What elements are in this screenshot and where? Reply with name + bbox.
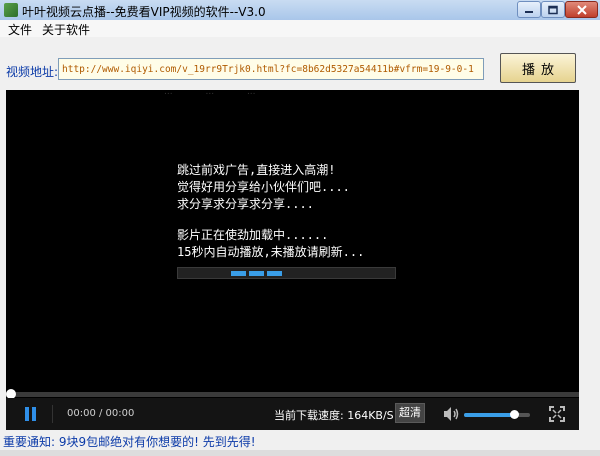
download-speed: 当前下载速度: 164KB/S: [274, 409, 394, 422]
overlay-message: 跳过前戏广告,直接进入高潮!: [177, 163, 336, 177]
loading-bar: [177, 267, 396, 279]
time-display: 00:00 / 00:00: [67, 408, 135, 419]
close-button[interactable]: [565, 1, 598, 18]
loading-segment: [267, 271, 282, 276]
minimize-icon: [525, 10, 533, 13]
menu-about[interactable]: 关于软件: [42, 21, 90, 38]
app-icon: [4, 3, 18, 17]
control-bar: 00:00 / 00:00 当前下载速度: 164KB/S 超清: [6, 398, 579, 430]
video-player[interactable]: ... ... ... 跳过前戏广告,直接进入高潮! 觉得好用分享给小伙伴们吧.…: [6, 90, 579, 430]
status-strip: [0, 450, 600, 456]
pause-button[interactable]: [24, 407, 38, 421]
seek-bar[interactable]: [6, 392, 579, 397]
close-icon: [576, 4, 587, 15]
faint-top-labels: ... ... ...: [164, 90, 424, 95]
url-input[interactable]: [58, 58, 484, 80]
maximize-button[interactable]: [541, 1, 565, 18]
divider: [52, 405, 53, 423]
menu-file[interactable]: 文件: [8, 21, 32, 38]
title-bar: 叶叶视频云点播--免费看VIP视频的软件--V3.0: [0, 0, 600, 21]
overlay-message: 求分享求分享求分享....: [177, 197, 314, 211]
volume-slider[interactable]: [464, 410, 530, 419]
faint-label: ...: [205, 90, 215, 95]
window-title: 叶叶视频云点播--免费看VIP视频的软件--V3.0: [22, 5, 266, 19]
fullscreen-icon[interactable]: [549, 406, 565, 422]
play-button[interactable]: 播放: [500, 53, 576, 83]
quality-button[interactable]: 超清: [395, 403, 425, 423]
overlay-message: 觉得好用分享给小伙伴们吧....: [177, 180, 350, 194]
minimize-button[interactable]: [517, 1, 541, 18]
loading-segment: [231, 271, 246, 276]
overlay-message: 影片正在使劲加载中......: [177, 228, 329, 242]
maximize-icon: [548, 5, 558, 14]
loading-segment: [249, 271, 264, 276]
notice-text[interactable]: 重要通知: 9块9包邮绝对有你想要的! 先到先得!: [3, 433, 256, 450]
volume-handle[interactable]: [509, 410, 519, 419]
overlay-message: 15秒内自动播放,未播放请刷新...: [177, 245, 365, 259]
url-label: 视频地址:: [6, 65, 59, 79]
volume-level: [464, 413, 514, 417]
volume-icon[interactable]: [443, 406, 461, 422]
menu-bar: 文件 关于软件: [0, 20, 600, 37]
faint-label: ...: [164, 90, 173, 95]
faint-label: ...: [246, 90, 256, 95]
